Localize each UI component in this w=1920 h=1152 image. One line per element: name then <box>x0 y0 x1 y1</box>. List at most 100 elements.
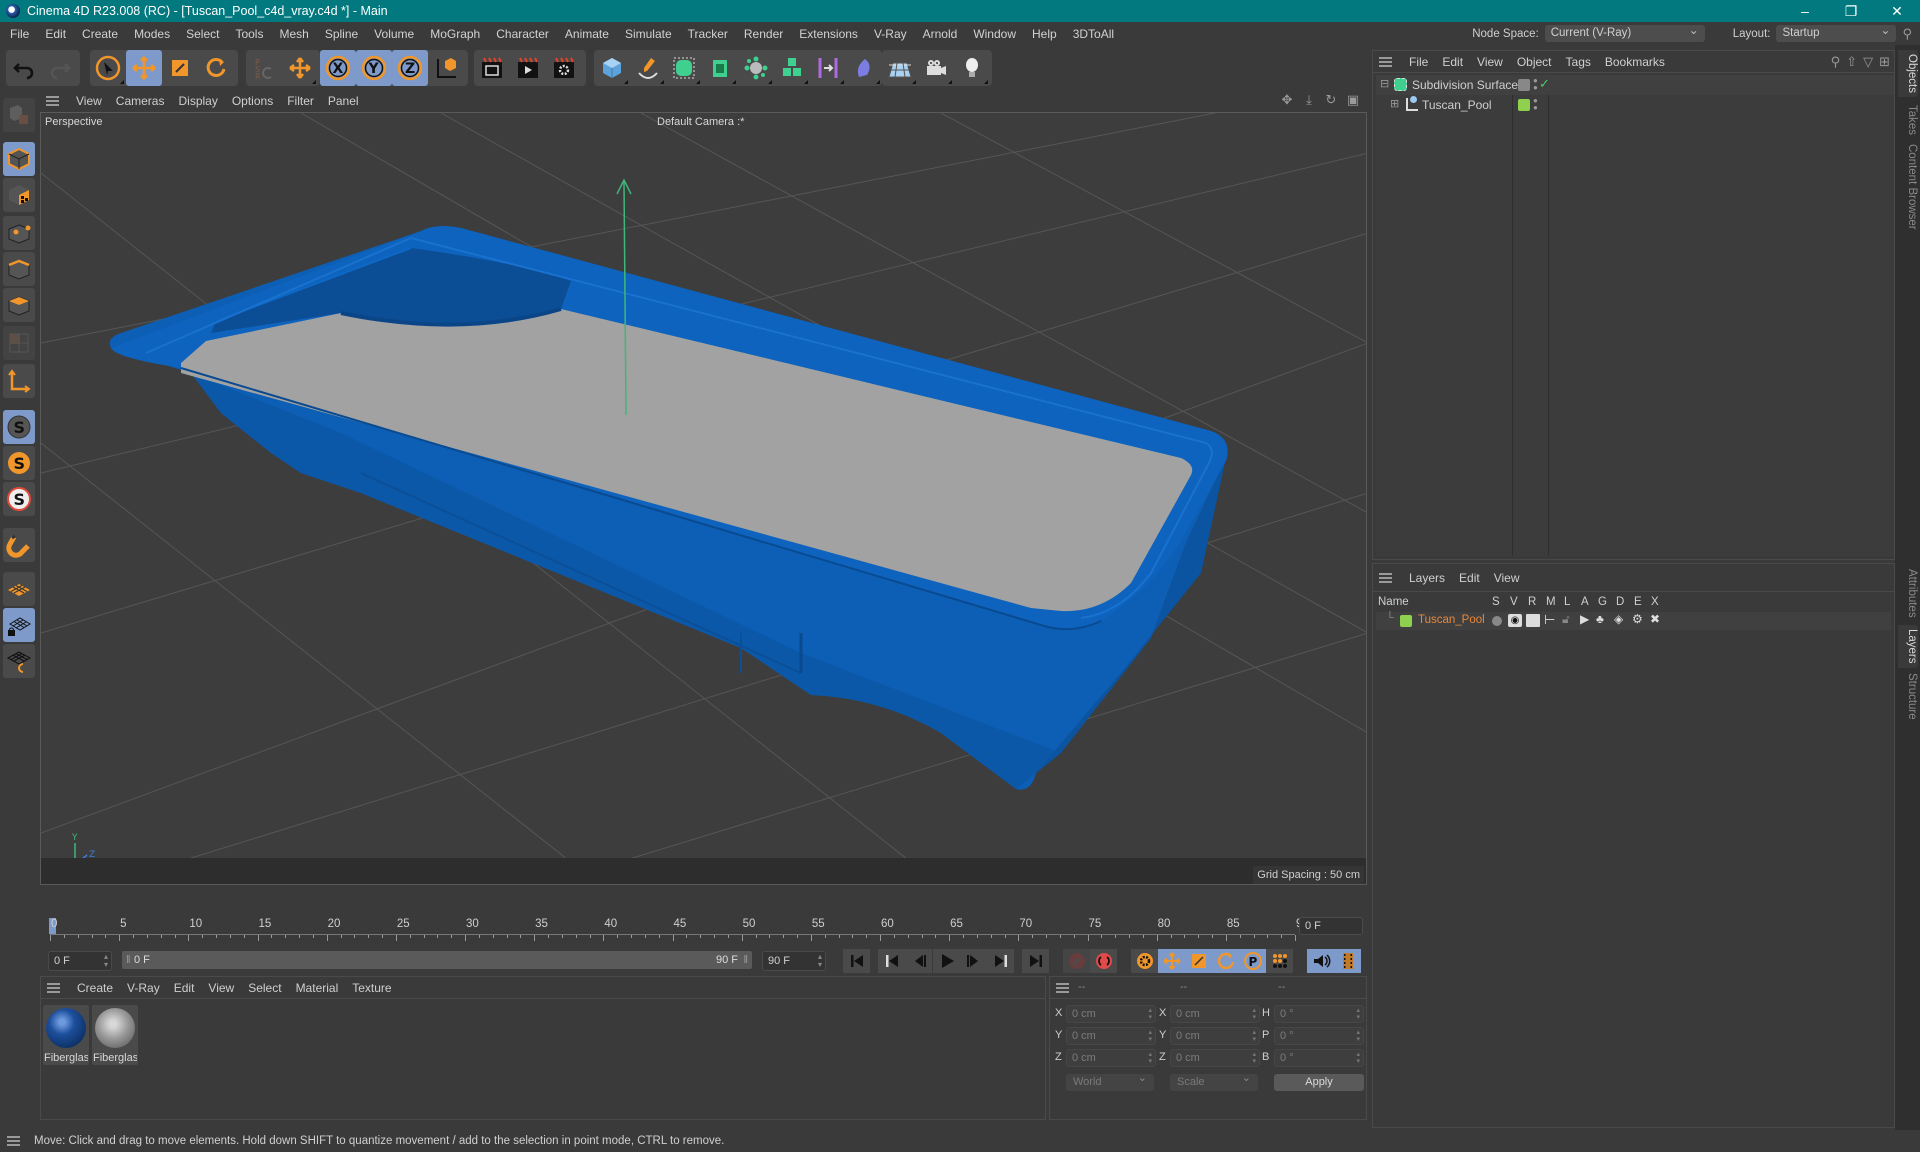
start-frame-field[interactable]: 0 F ▴ ▾ <box>48 951 112 971</box>
spinner-icon[interactable]: ▴ ▾ <box>818 953 822 969</box>
points-mode-button[interactable] <box>3 216 35 250</box>
menu-render[interactable]: Render <box>736 27 791 41</box>
viewport-menu-filter[interactable]: Filter <box>280 94 321 108</box>
restore-button[interactable]: ❐ <box>1828 0 1874 22</box>
uv-mode-button[interactable] <box>3 326 35 360</box>
lock-workplane-button[interactable] <box>3 608 35 642</box>
menu-volume[interactable]: Volume <box>366 27 422 41</box>
manager-hierarchy-icon[interactable]: ⊢ <box>1544 612 1555 628</box>
minimize-button[interactable]: – <box>1782 0 1828 22</box>
menu-spline[interactable]: Spline <box>317 27 366 41</box>
coordinate-mode-dropdown[interactable]: World <box>1066 1070 1154 1091</box>
model-mode-button[interactable] <box>3 142 35 176</box>
objects-menu-object[interactable]: Object <box>1510 55 1559 69</box>
col-name[interactable]: Name <box>1378 596 1409 608</box>
viewport-menu-panel[interactable]: Panel <box>321 94 366 108</box>
autokeying-button[interactable] <box>1090 949 1117 973</box>
size-y-field[interactable]: 0 cm ▴ ▾ <box>1170 1027 1260 1045</box>
layer-color-swatch[interactable] <box>1400 615 1412 627</box>
viewport-menu-cameras[interactable]: Cameras <box>109 94 172 108</box>
subdivision-surface-button[interactable] <box>666 50 702 86</box>
enabled-check-icon[interactable]: ✓ <box>1539 76 1550 92</box>
menu-arnold[interactable]: Arnold <box>915 27 966 41</box>
mograph-cloner-button[interactable] <box>774 50 810 86</box>
col-render[interactable]: R <box>1528 596 1536 608</box>
field-button[interactable] <box>846 50 882 86</box>
layers-menu-edit[interactable]: Edit <box>1452 571 1487 585</box>
texture-mode-button[interactable] <box>3 178 35 212</box>
col-generators[interactable]: G <box>1598 596 1607 608</box>
solo-toggle-icon[interactable] <box>1492 616 1502 626</box>
col-expressions[interactable]: E <box>1634 596 1642 608</box>
snapping-button[interactable]: S <box>3 410 35 444</box>
size-z-field[interactable]: 0 cm ▴ ▾ <box>1170 1049 1260 1067</box>
position-x-field[interactable]: 0 cm ▴ ▾ <box>1066 1005 1156 1023</box>
expression-python-icon[interactable]: ⚙ <box>1632 612 1643 626</box>
z-axis-lock-button[interactable]: Z <box>392 50 428 86</box>
coordinates-hamburger-icon[interactable] <box>1056 983 1069 993</box>
spinner-icon[interactable]: ▴ ▾ <box>1252 1051 1256 1065</box>
rotation-b-field[interactable]: 0 ° ▴ ▾ <box>1274 1049 1364 1067</box>
next-frame-button[interactable] <box>960 949 987 973</box>
col-view[interactable]: V <box>1510 596 1518 608</box>
redo-button[interactable] <box>42 50 78 86</box>
material-menu-texture[interactable]: Texture <box>345 981 398 995</box>
record-active-objects-button[interactable] <box>1063 949 1090 973</box>
col-deformers[interactable]: D <box>1616 596 1624 608</box>
workplane-button[interactable] <box>3 572 35 606</box>
polygons-mode-button[interactable] <box>3 288 35 322</box>
psr-button[interactable]: PSR <box>246 50 282 86</box>
key-parameter-button[interactable]: P <box>1239 949 1266 973</box>
y-axis-lock-button[interactable]: Y <box>356 50 392 86</box>
spinner-icon[interactable]: ▴ ▾ <box>1356 1007 1360 1021</box>
col-locked[interactable]: L <box>1564 596 1570 608</box>
keyframe-selection-button[interactable] <box>1131 949 1158 973</box>
tweak-magnet-button[interactable] <box>3 528 35 562</box>
key-rotation-button[interactable] <box>1212 949 1239 973</box>
menu-help[interactable]: Help <box>1024 27 1065 41</box>
generator-icon[interactable]: ♣ <box>1596 612 1604 626</box>
preview-range-slider[interactable]: ‖ 0 F 90 F ‖ <box>122 951 752 969</box>
material-menu-create[interactable]: Create <box>70 981 120 995</box>
range-handle-right[interactable]: ‖ <box>743 951 748 969</box>
node-space-dropdown[interactable]: Current (V-Ray) <box>1544 22 1705 42</box>
layer-color-swatch[interactable] <box>1518 99 1530 111</box>
material-menu-view[interactable]: View <box>201 981 241 995</box>
objects-menu-view[interactable]: View <box>1470 55 1510 69</box>
layers-hamburger-icon[interactable] <box>1379 572 1392 583</box>
visibility-dots-icon[interactable]: ● ● <box>1533 77 1538 92</box>
edit-layer-icon[interactable] <box>1518 79 1530 91</box>
spline-pen-button[interactable] <box>630 50 666 86</box>
menu-mesh[interactable]: Mesh <box>271 27 316 41</box>
scale-tool-button[interactable] <box>162 50 198 86</box>
tab-layers[interactable]: Layers <box>1898 625 1918 668</box>
end-frame-field[interactable]: 90 F ▴ ▾ <box>762 951 826 971</box>
col-animation[interactable]: A <box>1581 596 1589 608</box>
tab-objects[interactable]: Objects <box>1898 50 1918 97</box>
menu-window[interactable]: Window <box>965 27 1024 41</box>
go-to-end-button[interactable] <box>1022 949 1049 973</box>
col-xrefs[interactable]: X <box>1651 596 1659 608</box>
apply-button[interactable]: Apply <box>1274 1074 1364 1091</box>
visibility-dots-icon[interactable]: ● ● <box>1533 97 1538 112</box>
material-menu-material[interactable]: Material <box>289 981 346 995</box>
3d-viewport[interactable]: Y Z X Perspective Default Camera :* Grid… <box>40 112 1367 885</box>
key-scale-button[interactable] <box>1185 949 1212 973</box>
menu-mograph[interactable]: MoGraph <box>422 27 488 41</box>
objects-menu-edit[interactable]: Edit <box>1435 55 1470 69</box>
snap-settings-button[interactable]: S <box>3 446 35 480</box>
floor-object-button[interactable] <box>882 50 918 86</box>
object-row-subdivision-surface[interactable]: ⊟ Subdivision Surface ● ● ✓ <box>1376 75 1894 95</box>
spinner-icon[interactable]: ▴ ▾ <box>1148 1051 1152 1065</box>
menu-vray[interactable]: V-Ray <box>866 27 915 41</box>
menu-tools[interactable]: Tools <box>227 27 271 41</box>
search-icon[interactable]: ⚲ <box>1831 54 1841 70</box>
spinner-icon[interactable]: ▴ ▾ <box>1148 1007 1152 1021</box>
material-hamburger-icon[interactable] <box>47 982 60 993</box>
new-view-icon[interactable]: ⊞ <box>1879 54 1890 70</box>
sound-button[interactable] <box>1307 949 1334 973</box>
material-swatch[interactable]: Fiberglas <box>92 1005 138 1065</box>
extrude-button[interactable] <box>702 50 738 86</box>
render-clapper-icon[interactable] <box>1526 614 1540 627</box>
align-workplane-button[interactable] <box>3 644 35 678</box>
